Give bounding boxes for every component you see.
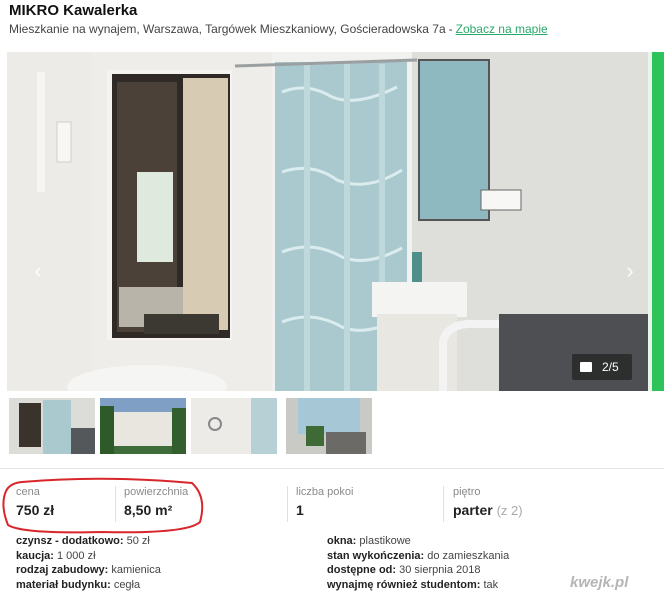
thumbnail-2[interactable] (100, 398, 186, 454)
param-price: cena 750 zł (16, 486, 54, 518)
param-area-label: powierzchnia (124, 486, 189, 498)
param-price-value: 750 zł (16, 502, 55, 518)
thumbnail-1[interactable] (9, 398, 95, 454)
param-floor: piętro parter (z 2) (453, 486, 523, 518)
next-photo-arrow[interactable]: › (619, 260, 641, 282)
details-right: okna: plastikowe stan wykończenia: do za… (327, 534, 509, 592)
param-floor-label: piętro (453, 486, 481, 498)
detail-row: dostępne od: 30 sierpnia 2018 (327, 564, 481, 576)
listing-location: Mieszkanie na wynajem, Warszawa, Targówe… (9, 22, 548, 36)
detail-row: okna: plastikowe (327, 535, 411, 547)
details-left: czynsz - dodatkowo: 50 zł kaucja: 1 000 … (16, 534, 161, 592)
photo-gallery[interactable]: ‹ › (7, 52, 648, 391)
param-separator (287, 486, 288, 522)
photo-counter-text: 2/5 (602, 360, 619, 374)
param-rooms-label: liczba pokoi (296, 486, 354, 498)
detail-row: wynajmę również studentom: tak (327, 578, 499, 591)
prev-photo-arrow[interactable]: ‹ (27, 260, 49, 282)
photo-counter: 2/5 (572, 354, 632, 380)
param-floor-extra: (z 2) (496, 503, 523, 518)
map-link[interactable]: Zobacz na mapie (456, 22, 548, 36)
param-price-label: cena (16, 486, 40, 498)
camera-icon (580, 362, 592, 372)
side-accent-strip (648, 52, 664, 391)
param-rooms: liczba pokoi 1 (296, 486, 353, 518)
detail-row: stan wykończenia: do zamieszkania (327, 549, 510, 562)
param-floor-value: parter (z 2) (453, 502, 523, 518)
detail-row: czynsz - dodatkowo: 50 zł (16, 535, 150, 547)
param-separator (443, 486, 444, 522)
location-text: Mieszkanie na wynajem, Warszawa, Targówe… (9, 22, 446, 36)
param-rooms-value: 1 (296, 502, 304, 518)
section-divider (0, 468, 664, 469)
detail-row: materiał budynku: cegła (16, 578, 141, 591)
thumbnail-4[interactable] (286, 398, 372, 454)
detail-row: kaucja: 1 000 zł (16, 549, 96, 562)
param-area: powierzchnia 8,50 m² (124, 486, 188, 518)
listing-title: MIKRO Kawalerka (9, 2, 138, 19)
location-separator: - (448, 22, 453, 36)
watermark: kwejk.pl (570, 574, 629, 591)
param-floor-main: parter (453, 502, 493, 518)
thumbnail-3[interactable] (191, 398, 277, 454)
main-photo (7, 52, 648, 391)
param-area-value: 8,50 m² (124, 502, 173, 518)
param-separator (115, 486, 116, 522)
detail-row: rodzaj zabudowy: kamienica (16, 564, 161, 576)
